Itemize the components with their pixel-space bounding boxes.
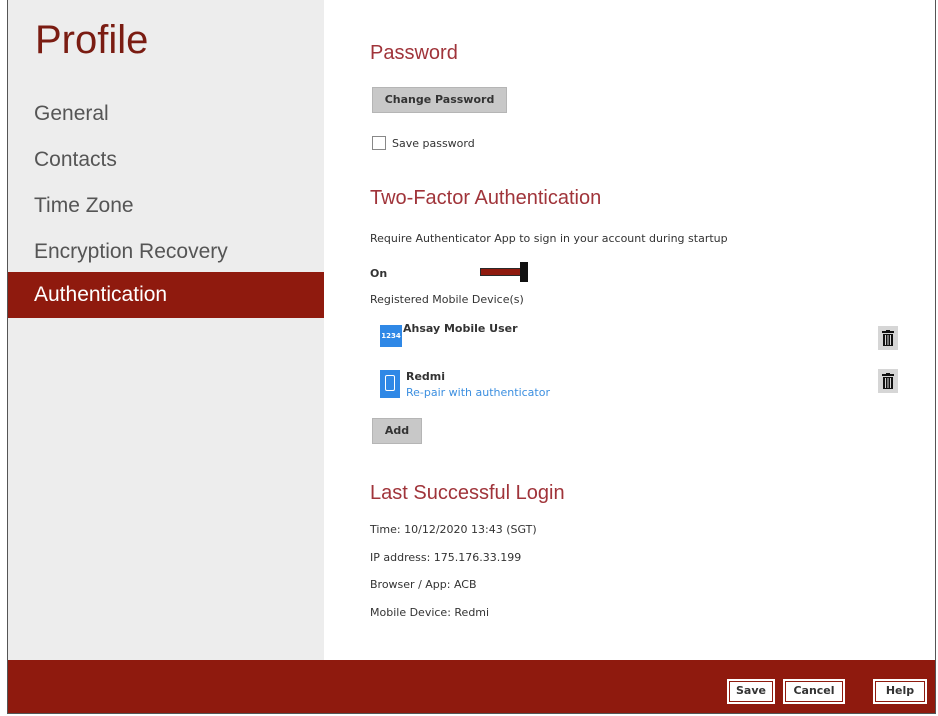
footer-bar: Save Cancel Help xyxy=(8,660,935,713)
last-login-time: Time: 10/12/2020 13:43 (SGT) xyxy=(370,523,537,536)
tfa-section-title: Two-Factor Authentication xyxy=(370,187,602,209)
cancel-button[interactable]: Cancel xyxy=(783,679,845,704)
repair-authenticator-link[interactable]: Re-pair with authenticator xyxy=(406,386,550,399)
page-title: Profile xyxy=(35,18,149,62)
device-name: Ahsay Mobile User xyxy=(403,322,518,335)
last-login-ip: IP address: 175.176.33.199 xyxy=(370,551,522,564)
password-section-title: Password xyxy=(370,42,458,64)
phone-icon xyxy=(380,370,400,398)
device-name: Redmi xyxy=(406,370,446,383)
main-content: Password Change Password Save password T… xyxy=(370,0,930,660)
sidebar-item-time-zone[interactable]: Time Zone xyxy=(8,183,324,229)
code-icon: 1234 xyxy=(380,325,402,347)
help-button[interactable]: Help xyxy=(873,679,927,704)
trash-icon[interactable] xyxy=(878,369,898,393)
sidebar-item-contacts[interactable]: Contacts xyxy=(8,137,324,183)
registered-devices-label: Registered Mobile Device(s) xyxy=(370,293,524,306)
last-login-title: Last Successful Login xyxy=(370,482,565,504)
app-window: Profile General Contacts Time Zone Encry… xyxy=(7,0,936,714)
sidebar-item-encryption-recovery[interactable]: Encryption Recovery xyxy=(8,229,324,275)
last-login-mobile-device: Mobile Device: Redmi xyxy=(370,606,490,619)
trash-icon[interactable] xyxy=(878,326,898,350)
sidebar-item-general[interactable]: General xyxy=(8,91,324,137)
toggle-knob xyxy=(520,262,528,282)
change-password-button[interactable]: Change Password xyxy=(372,87,507,113)
tfa-description: Require Authenticator App to sign in you… xyxy=(370,232,728,245)
tfa-toggle[interactable] xyxy=(480,262,530,282)
sidebar: Profile General Contacts Time Zone Encry… xyxy=(8,0,324,660)
tfa-toggle-label: On xyxy=(370,267,388,280)
sidebar-item-authentication[interactable]: Authentication xyxy=(8,272,324,318)
save-password-label: Save password xyxy=(392,136,475,150)
toggle-track xyxy=(480,268,524,276)
last-login-browser: Browser / App: ACB xyxy=(370,578,477,591)
phone-screen xyxy=(385,375,395,391)
save-password-row: Save password xyxy=(372,136,475,150)
save-password-checkbox[interactable] xyxy=(372,136,386,150)
add-device-button[interactable]: Add xyxy=(372,418,422,444)
save-button[interactable]: Save xyxy=(727,679,775,704)
